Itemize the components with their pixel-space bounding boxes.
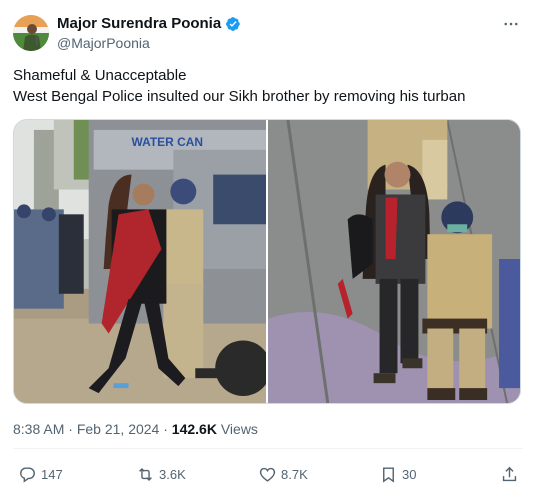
heart-icon (259, 467, 276, 482)
avatar[interactable] (13, 15, 49, 51)
bookmark-count: 30 (402, 466, 417, 482)
media-photo-1[interactable]: WATER CAN (14, 120, 266, 403)
meta-separator: · (163, 421, 168, 437)
more-dots-icon (504, 22, 518, 26)
author-block: Major Surendra Poonia @MajorPoonia (57, 14, 241, 51)
media-grid: WATER CAN (13, 119, 521, 404)
tweet-time[interactable]: 8:38 AM (13, 421, 64, 437)
action-bar: 147 3.6K 8.7K 30 (13, 462, 523, 486)
views-label: Views (220, 421, 258, 437)
bookmark-icon (383, 466, 394, 483)
reply-count: 147 (41, 466, 63, 482)
tweet: Major Surendra Poonia @MajorPoonia Shame… (0, 0, 537, 502)
tweet-date[interactable]: Feb 21, 2024 (77, 421, 160, 437)
share-icon (502, 466, 517, 481)
reply-icon (20, 466, 35, 483)
more-options-button[interactable] (501, 14, 521, 34)
repost-icon (139, 467, 152, 481)
author-name-row: Major Surendra Poonia (57, 14, 241, 33)
meta-separator: · (68, 421, 73, 437)
author-handle[interactable]: @MajorPoonia (57, 35, 241, 51)
verified-badge-icon (225, 16, 241, 32)
police-escort-scene-icon (268, 120, 520, 403)
bookmark-button[interactable]: 30 (379, 462, 416, 486)
tweet-text-line: West Bengal Police insulted our Sikh bro… (13, 88, 466, 105)
tweet-text-line: Shameful & Unacceptable (13, 67, 187, 84)
tweet-text: Shameful & Unacceptable West Bengal Poli… (13, 65, 523, 107)
reply-button[interactable]: 147 (18, 462, 63, 486)
police-vehicle-scene-icon: WATER CAN (14, 120, 266, 403)
divider (13, 448, 523, 449)
repost-button[interactable]: 3.6K (136, 462, 186, 486)
like-count: 8.7K (281, 466, 308, 482)
avatar-image (13, 15, 49, 51)
share-button[interactable] (500, 462, 519, 486)
media-photo-2[interactable] (268, 120, 520, 403)
tweet-meta: 8:38 AM · Feb 21, 2024 · 142.6K Views (13, 421, 258, 437)
repost-count: 3.6K (159, 466, 186, 482)
like-button[interactable]: 8.7K (258, 462, 308, 486)
views-count[interactable]: 142.6K (172, 421, 217, 437)
author-name[interactable]: Major Surendra Poonia (57, 15, 221, 32)
vehicle-text: WATER CAN (132, 135, 203, 149)
